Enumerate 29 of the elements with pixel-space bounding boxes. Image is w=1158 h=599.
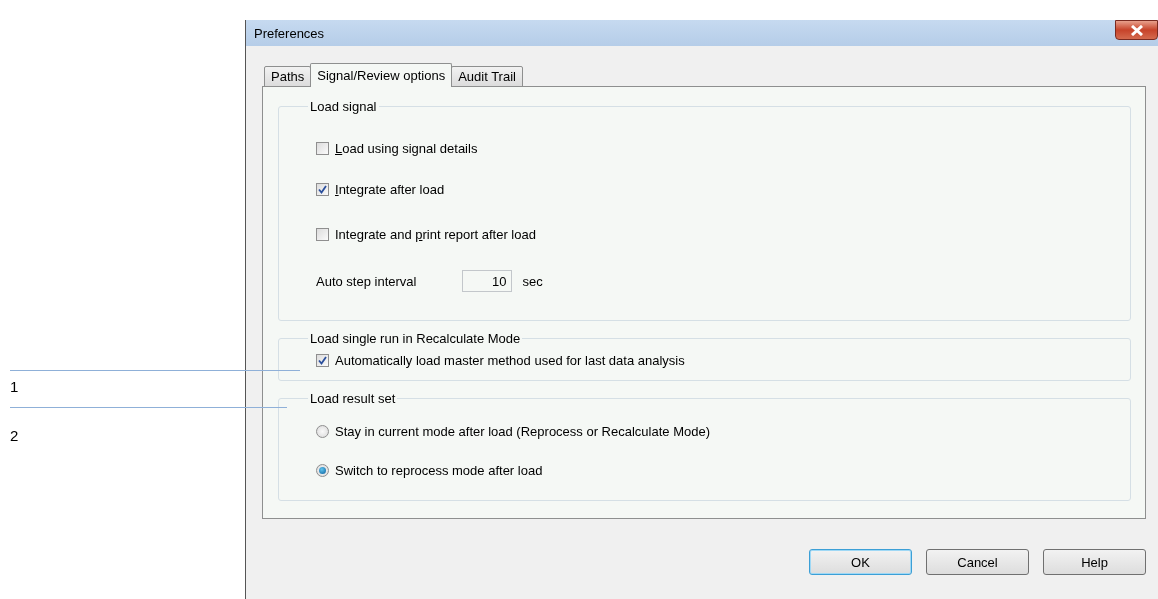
tab[interactable]: Paths — [264, 66, 312, 87]
field-label: Auto step interval — [316, 273, 417, 289]
checkbox-label[interactable]: Load using signal details — [335, 140, 478, 156]
checkbox-label[interactable]: Integrate after load — [335, 181, 445, 197]
group-title: Load signal — [309, 99, 378, 114]
checkbox[interactable] — [316, 141, 329, 155]
unit-label: sec — [522, 273, 543, 289]
checkbox[interactable] — [316, 353, 329, 367]
window-title: Preferences — [254, 25, 325, 41]
callout-number: 1 — [10, 378, 19, 395]
radio-label[interactable]: Switch to reprocess mode after load — [335, 462, 543, 478]
dialog-button[interactable]: OK — [809, 549, 912, 575]
callout-number: 2 — [10, 427, 19, 444]
close-icon — [1129, 24, 1144, 36]
dialog-button[interactable]: Cancel — [926, 549, 1029, 575]
checkbox-label[interactable]: Automatically load master method used for last data analysis — [335, 352, 685, 368]
tab[interactable]: Audit Trail — [451, 66, 523, 87]
close-button[interactable] — [1115, 20, 1158, 40]
checkbox-label[interactable]: Integrate and print report after load — [335, 226, 536, 242]
group-title: Load result set — [309, 391, 397, 406]
checkbox[interactable] — [316, 182, 329, 196]
number-field[interactable]: 10 — [462, 270, 513, 292]
radio-button[interactable] — [316, 463, 329, 477]
radio-button[interactable] — [316, 424, 329, 438]
dialog-button[interactable]: Help — [1043, 549, 1146, 575]
tab[interactable]: Signal/Review options — [310, 63, 453, 87]
radio-label[interactable]: Stay in current mode after load (Reprocess or Recalculate Mode) — [335, 423, 710, 439]
group-title: Load single run in Recalculate Mode — [309, 331, 522, 346]
checkbox[interactable] — [316, 227, 329, 241]
